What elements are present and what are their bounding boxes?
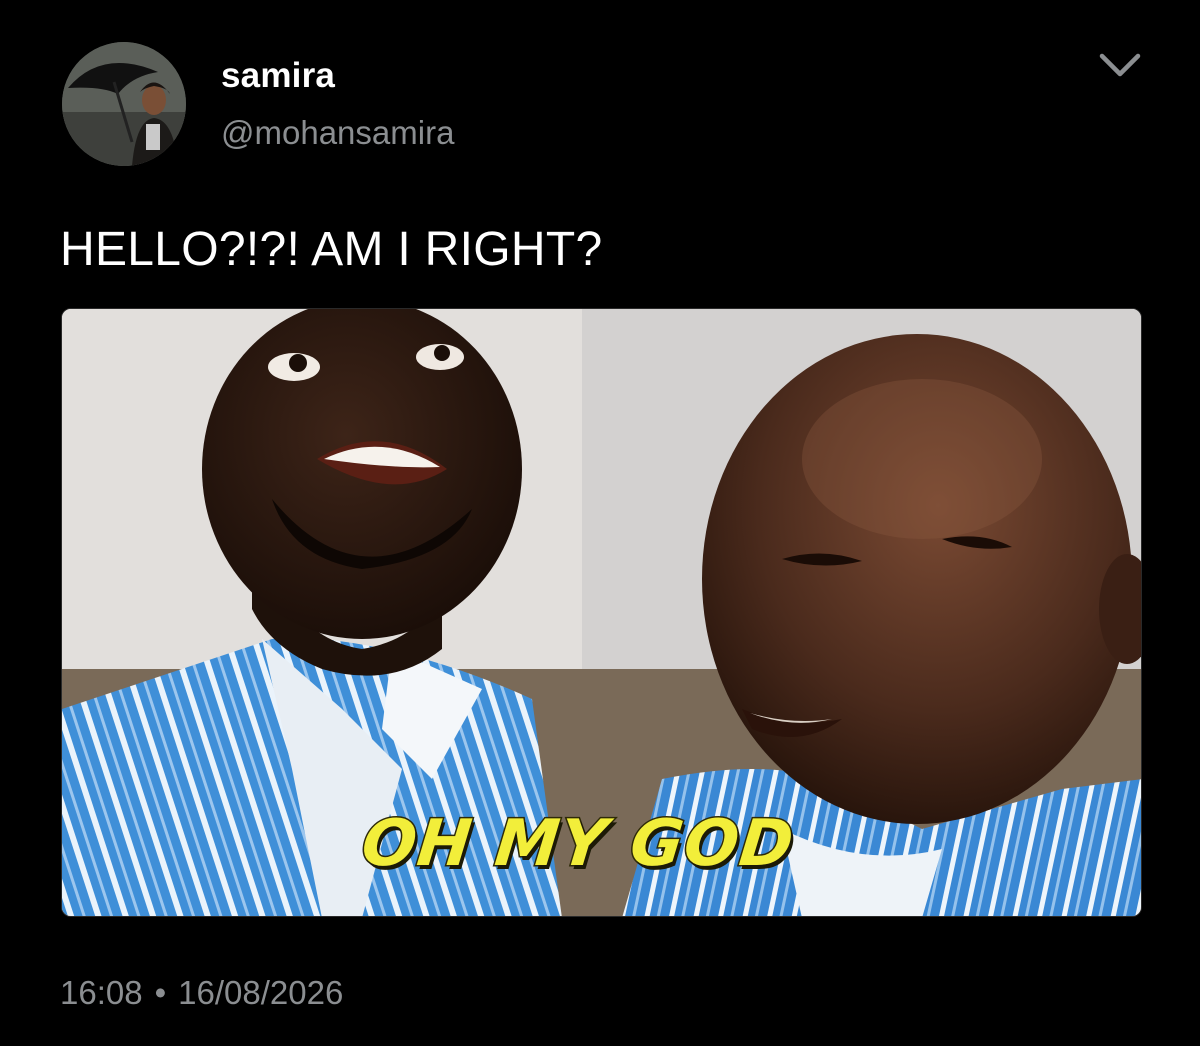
user-handle[interactable]: @mohansamira xyxy=(221,114,454,152)
avatar-photo xyxy=(62,42,186,166)
tweet-time: 16:08 xyxy=(60,974,143,1011)
display-name[interactable]: samira xyxy=(221,56,335,96)
tweet-card: samira @mohansamira HELLO?!?! AM I RIGHT… xyxy=(0,0,1200,1046)
avatar[interactable] xyxy=(62,42,186,166)
tweet-timestamp[interactable]: 16:08 • 16/08/2026 xyxy=(60,974,343,1012)
chevron-down-icon[interactable] xyxy=(1096,48,1144,84)
tweet-media-image[interactable]: OH MY GOD xyxy=(61,308,1142,917)
meme-caption: OH MY GOD xyxy=(357,806,799,883)
meta-separator: • xyxy=(154,974,167,1011)
tweet-text: HELLO?!?! AM I RIGHT? xyxy=(60,223,603,276)
tweet-date: 16/08/2026 xyxy=(178,974,344,1011)
